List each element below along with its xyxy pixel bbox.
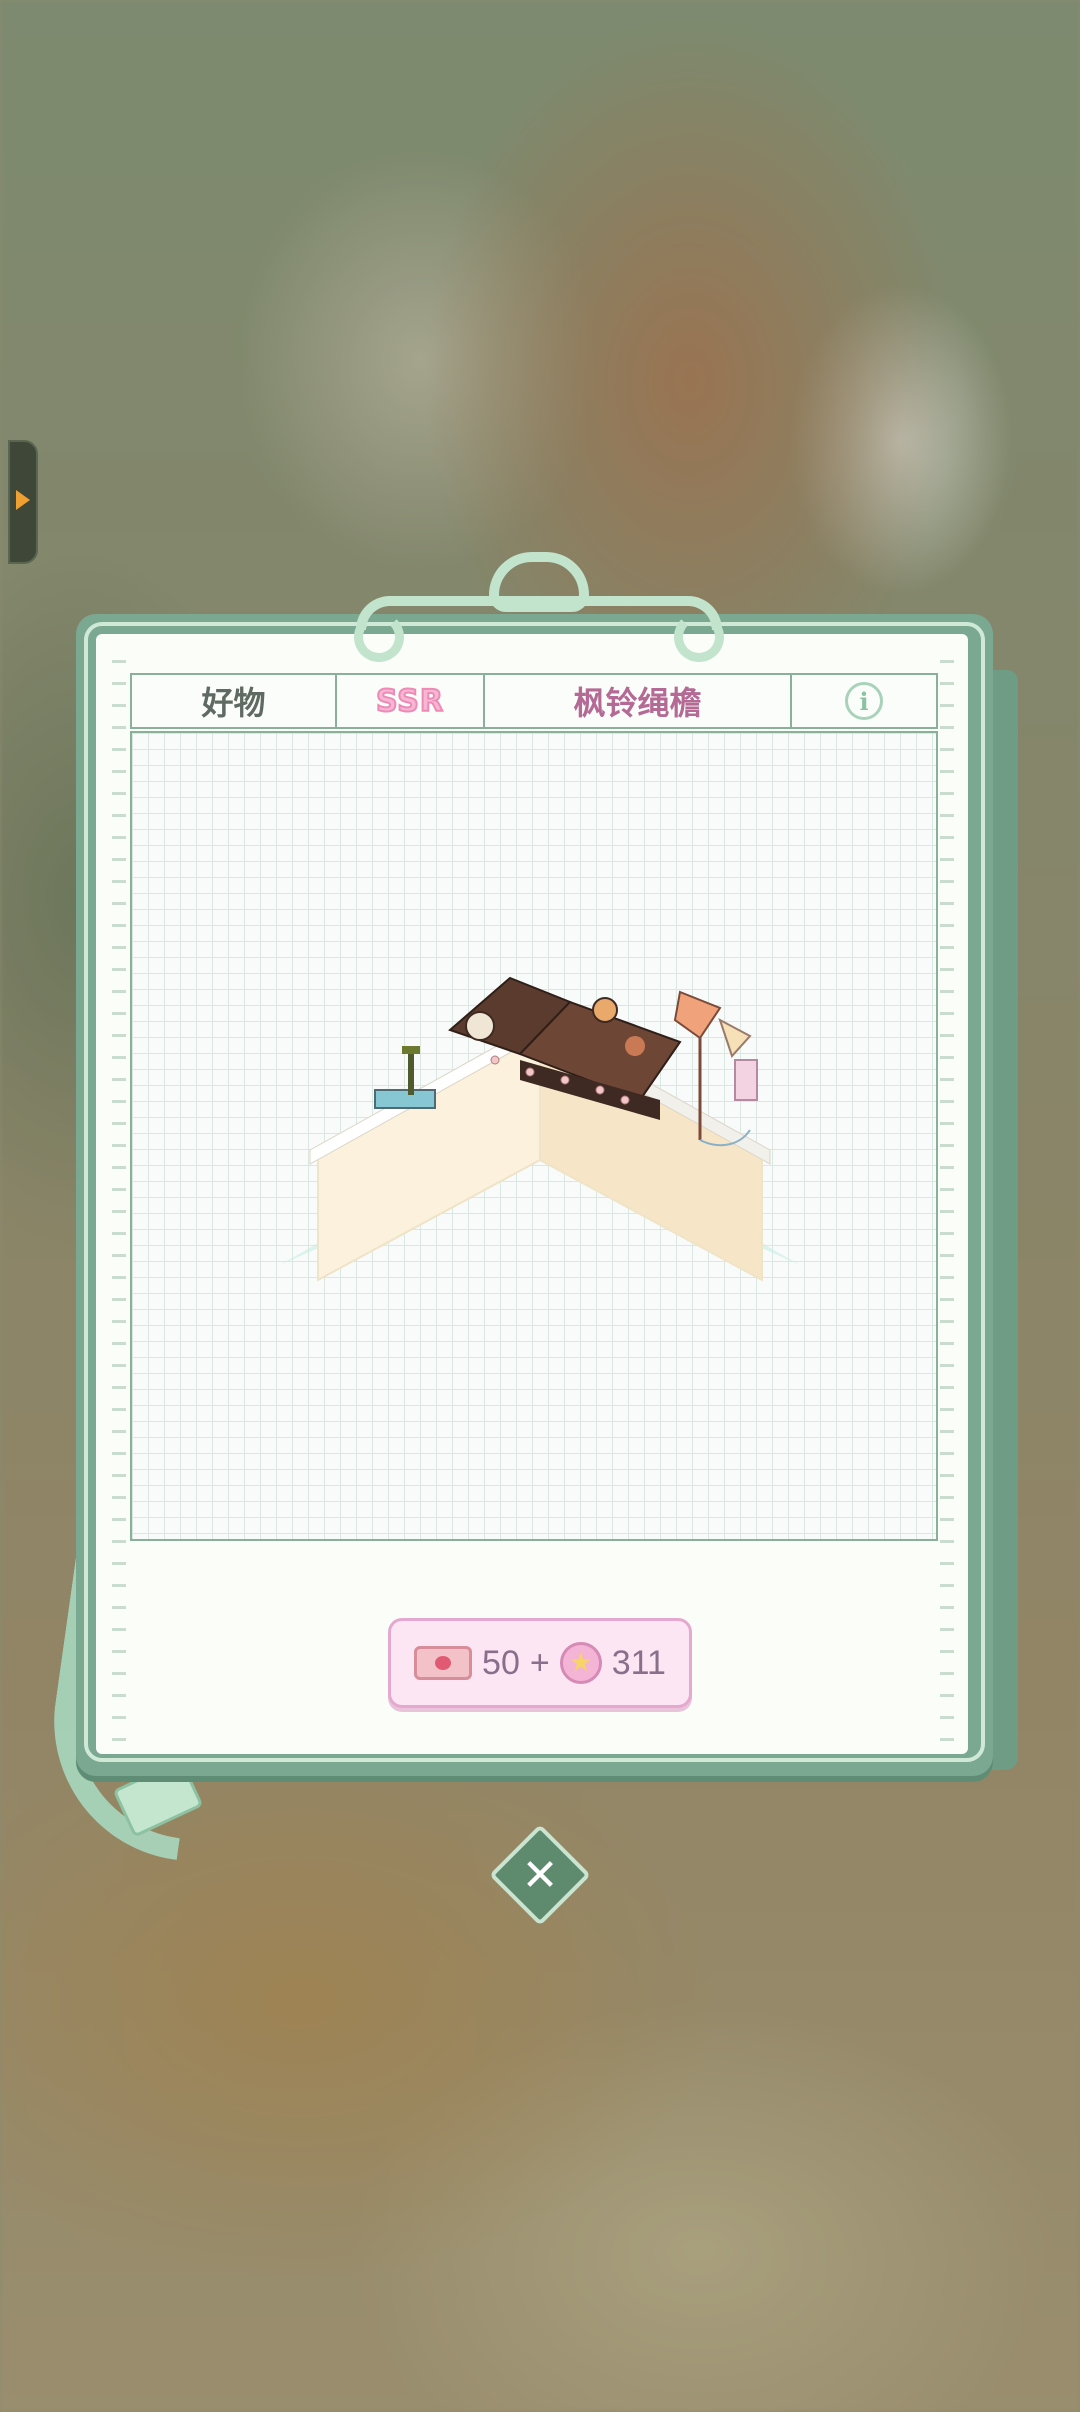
ruler-right xyxy=(940,660,954,1750)
ticket-icon xyxy=(414,1646,473,1680)
purchase-cost-button[interactable]: 50 + ★ 311 xyxy=(388,1618,692,1708)
ticket-amount: 50 xyxy=(482,1643,520,1682)
close-icon[interactable]: ✕ xyxy=(504,1839,576,1911)
side-expand-tab[interactable] xyxy=(8,440,38,564)
side-expand-arrow-icon xyxy=(16,490,30,510)
item-preview-image xyxy=(280,976,800,1282)
ruler-left xyxy=(112,660,126,1750)
item-name: 枫铃绳檐 xyxy=(573,684,702,722)
item-category: 好物 xyxy=(201,684,266,722)
clipboard-clip xyxy=(354,552,724,662)
item-header: 好物 SSR 枫铃绳檐 i xyxy=(130,673,938,729)
star-amount: 311 xyxy=(611,1643,666,1682)
rarity-badge: SSR xyxy=(375,683,444,720)
plus-sign: + xyxy=(529,1643,550,1682)
info-icon[interactable]: i xyxy=(845,682,883,720)
star-coin-icon: ★ xyxy=(559,1642,602,1684)
